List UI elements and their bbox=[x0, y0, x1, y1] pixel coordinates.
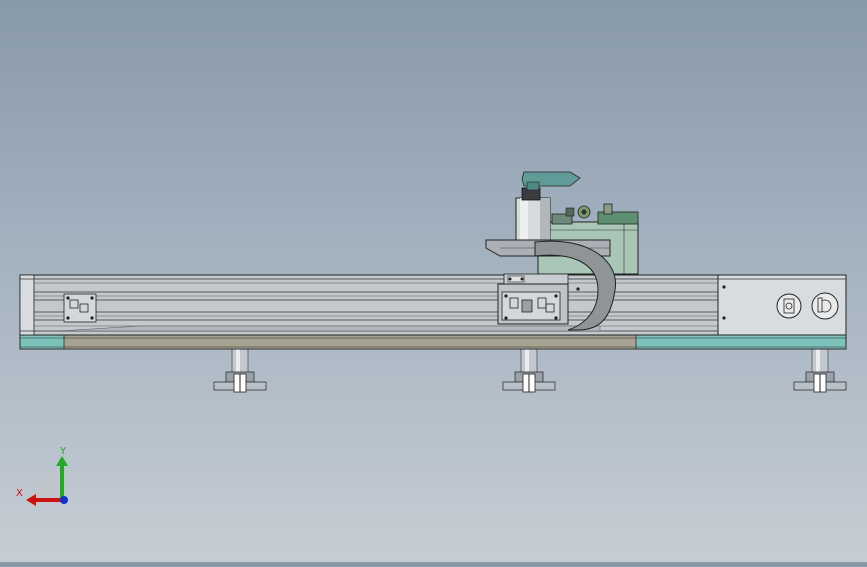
motor-end-housing bbox=[717, 274, 847, 336]
end-bracket-left bbox=[63, 293, 97, 323]
support-foot-left bbox=[213, 347, 267, 393]
z-axis-dot bbox=[60, 496, 68, 504]
y-axis-arrow bbox=[56, 456, 68, 466]
x-axis-label: X bbox=[16, 488, 23, 499]
x-axis-arrow bbox=[26, 494, 36, 506]
axis-triad: Y X bbox=[16, 446, 68, 506]
assembly-drawing: Y X bbox=[16, 171, 847, 506]
support-foot-right bbox=[793, 347, 847, 393]
base-plate bbox=[19, 334, 847, 350]
cad-viewport[interactable]: Y X bbox=[0, 0, 867, 562]
y-axis-label: Y bbox=[59, 446, 67, 457]
support-foot-middle bbox=[502, 347, 556, 393]
